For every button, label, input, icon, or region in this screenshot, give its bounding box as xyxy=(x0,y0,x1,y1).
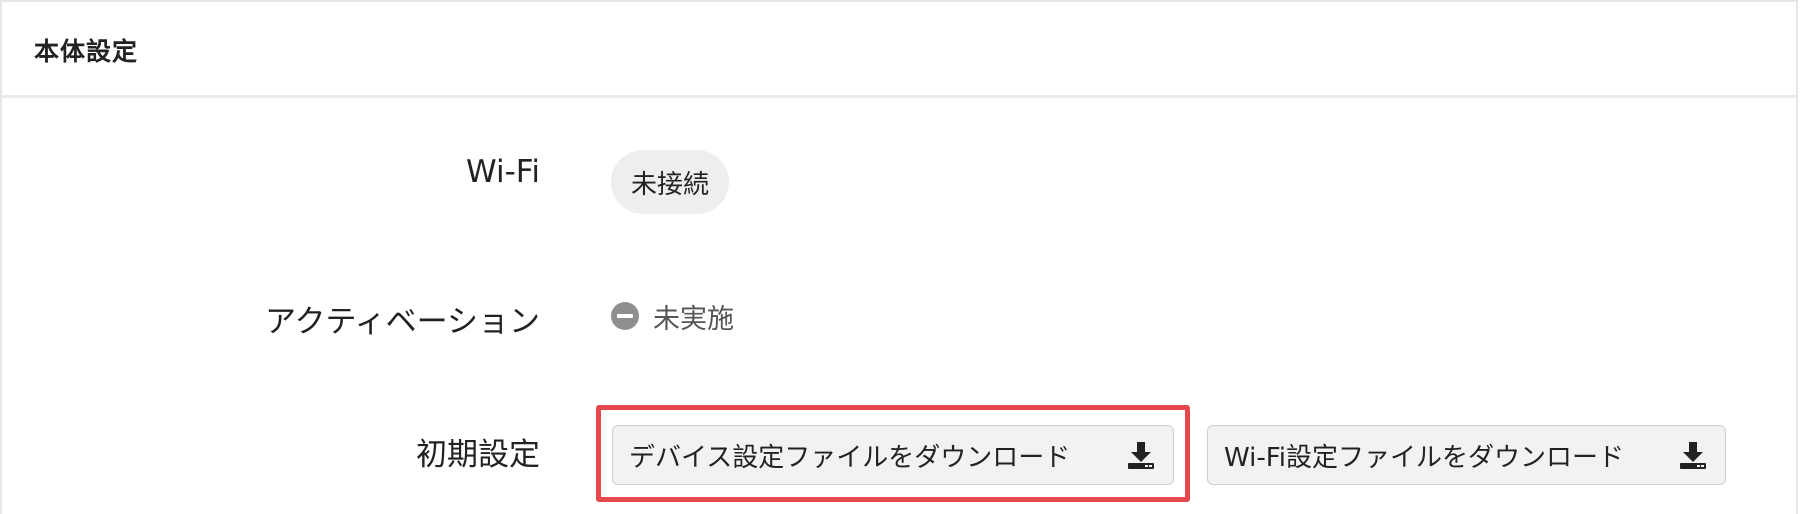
settings-panel: 本体設定 Wi-Fi 未接続 アクティベーション 未実施 初期設定 デバイス設定… xyxy=(0,0,1798,514)
download-device-settings-label: デバイス設定ファイルをダウンロード xyxy=(629,442,1071,473)
initial-setup-label: 初期設定 xyxy=(416,437,540,473)
wifi-status-chip: 未接続 xyxy=(611,150,730,214)
panel-header: 本体設定 xyxy=(2,2,1796,98)
download-icon xyxy=(1680,442,1706,469)
activation-status: 未実施 xyxy=(611,298,734,335)
minus-circle-icon xyxy=(611,302,639,330)
download-wifi-settings-label: Wi-Fi設定ファイルをダウンロード xyxy=(1224,442,1625,473)
wifi-label: Wi-Fi xyxy=(466,154,540,190)
panel-title: 本体設定 xyxy=(34,37,139,66)
download-icon xyxy=(1128,442,1154,469)
activation-label: アクティベーション xyxy=(265,304,540,340)
activation-status-text: 未実施 xyxy=(653,303,734,335)
download-wifi-settings-button[interactable]: Wi-Fi設定ファイルをダウンロード xyxy=(1207,425,1726,485)
download-device-settings-button[interactable]: デバイス設定ファイルをダウンロード xyxy=(612,425,1174,485)
